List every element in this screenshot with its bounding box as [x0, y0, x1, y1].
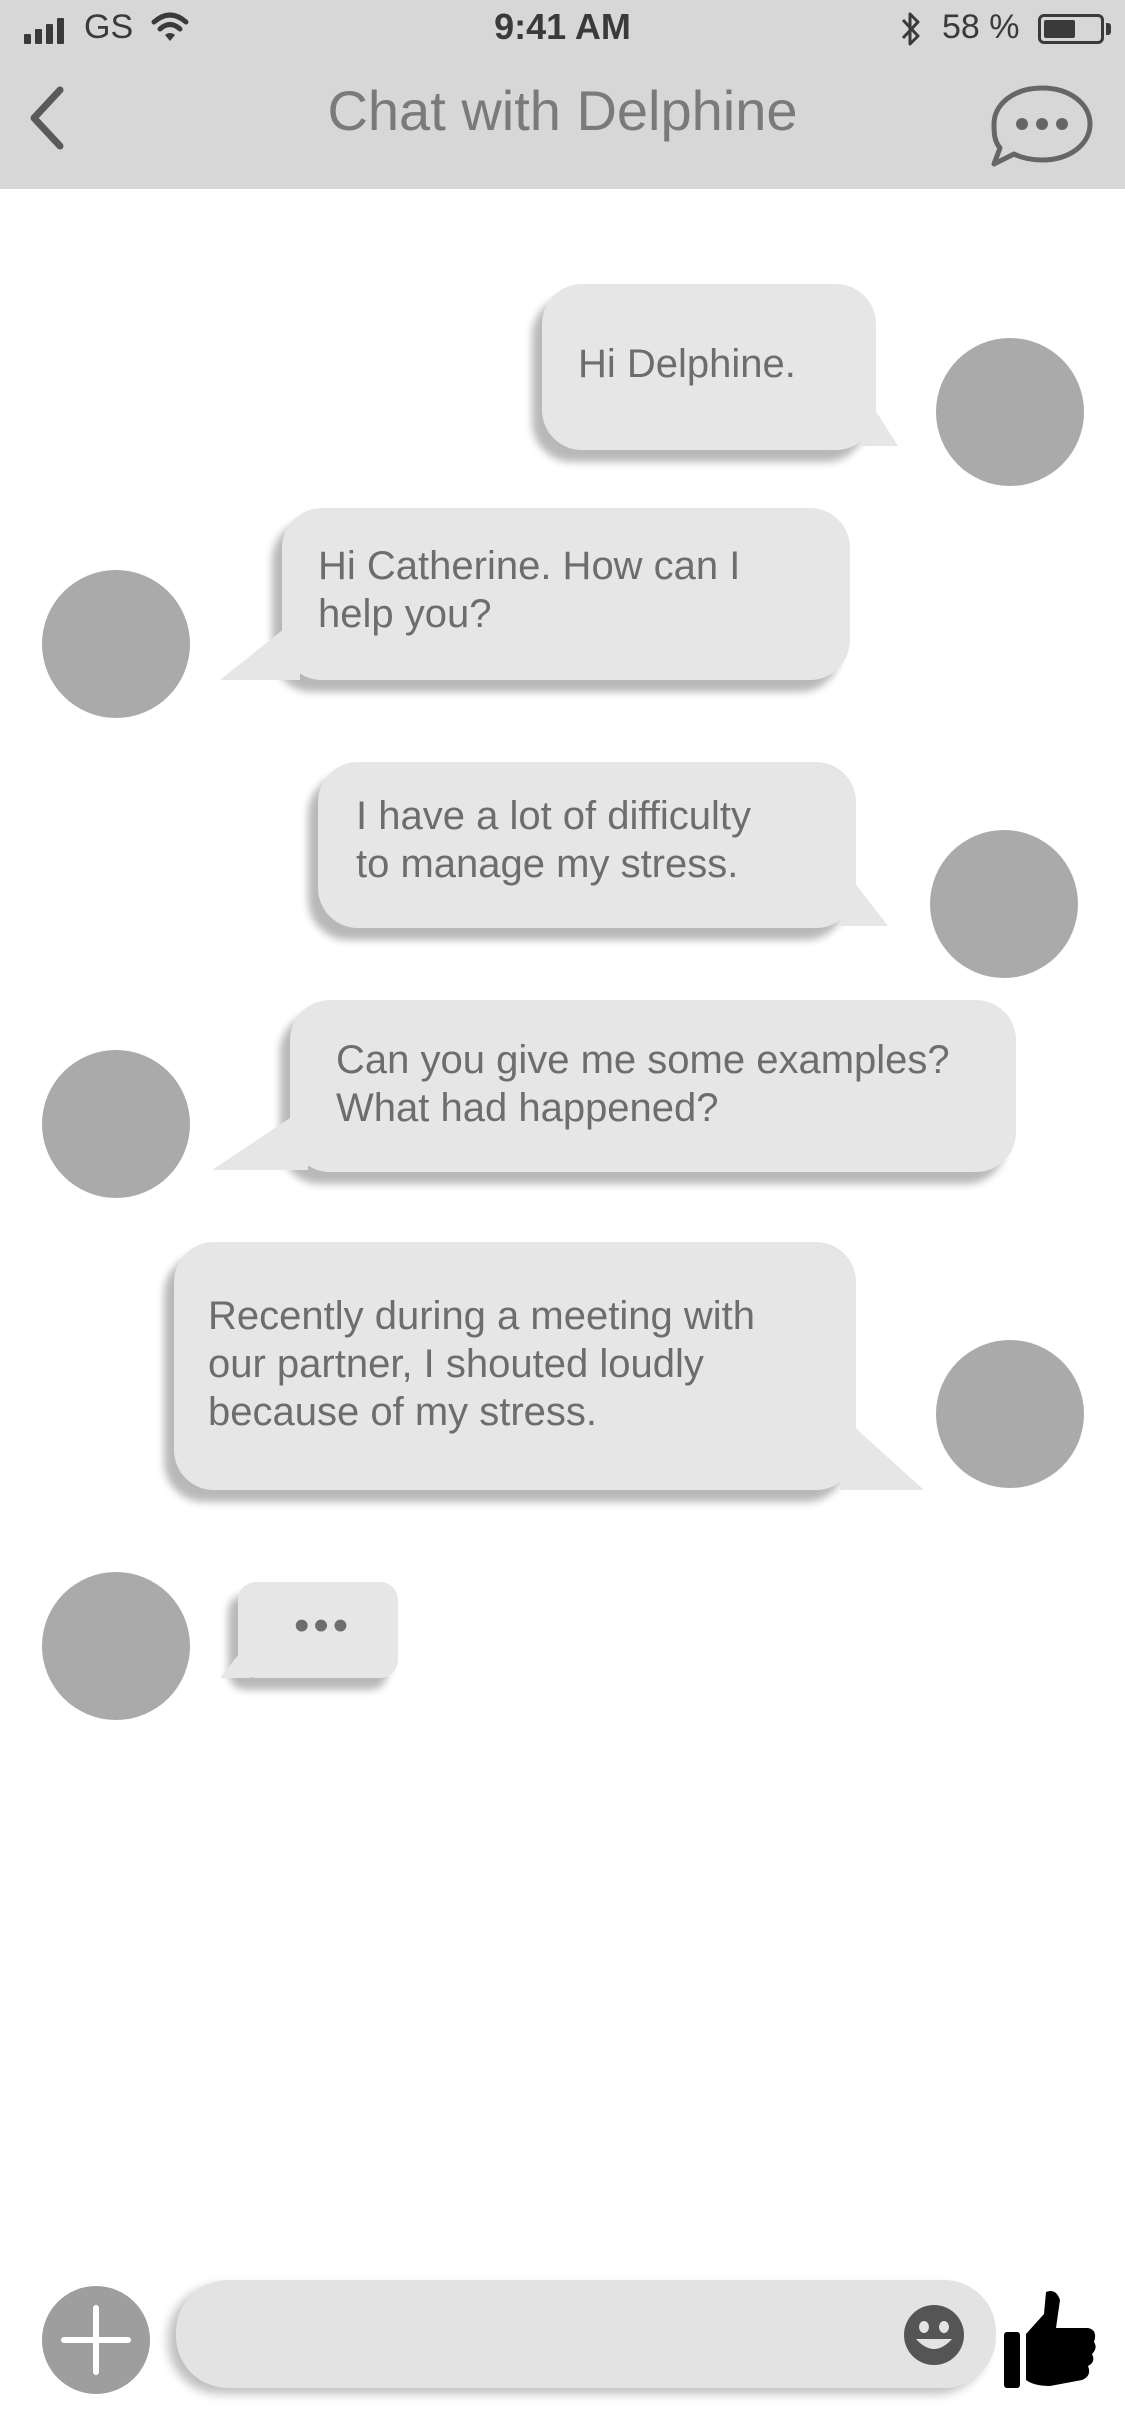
battery-percent: 58 % — [942, 8, 1020, 46]
bubble-tail — [220, 1640, 250, 1678]
bubble-tail — [840, 1414, 924, 1490]
message-input[interactable] — [206, 2308, 890, 2360]
bubble-tail — [860, 386, 898, 446]
plus-icon — [61, 2305, 131, 2375]
top-bar: GS 9:41 AM 58 % Chat with Delphine — [0, 0, 1125, 189]
avatar-catherine[interactable] — [936, 338, 1084, 486]
avatar-delphine[interactable] — [42, 1572, 190, 1720]
avatar-delphine[interactable] — [42, 1050, 190, 1198]
battery-icon — [1038, 14, 1104, 44]
message-text: Hi Delphine. — [578, 342, 796, 386]
message-bubble-outgoing: Hi Delphine. — [542, 284, 876, 450]
message-text: Hi Catherine. How can I help you? — [318, 544, 741, 636]
message-text: I have a lot of difficulty to manage my … — [356, 794, 752, 886]
typing-indicator-bubble: ••• — [238, 1582, 398, 1678]
message-bubble-outgoing: Recently during a meeting with our partn… — [174, 1242, 856, 1490]
message-text: Can you give me some examples? What had … — [336, 1038, 950, 1130]
speech-bubble-dots-icon[interactable] — [986, 82, 1098, 170]
message-bubble-outgoing: I have a lot of difficulty to manage my … — [318, 762, 856, 928]
avatar-catherine[interactable] — [930, 830, 1078, 978]
status-bar: GS 9:41 AM 58 % — [0, 0, 1125, 60]
avatar-catherine[interactable] — [936, 1340, 1084, 1488]
typing-dots: ••• — [294, 1601, 353, 1650]
avatar-delphine[interactable] — [42, 570, 190, 718]
bubble-tail — [220, 616, 300, 680]
battery-tip — [1106, 23, 1111, 35]
add-attachment-button[interactable] — [42, 2286, 150, 2394]
bubble-tail — [212, 1106, 308, 1170]
thumbs-up-icon[interactable] — [1000, 2286, 1100, 2396]
message-input-container[interactable] — [176, 2280, 996, 2388]
page-title: Chat with Delphine — [327, 79, 798, 142]
bluetooth-icon — [901, 12, 920, 46]
message-bubble-incoming: Can you give me some examples? What had … — [290, 1000, 1016, 1172]
smiley-icon[interactable] — [902, 2303, 966, 2367]
bubble-tail — [840, 864, 888, 926]
message-bubble-incoming: Hi Catherine. How can I help you? — [282, 508, 850, 680]
message-text: Recently during a meeting with our partn… — [208, 1294, 755, 1434]
